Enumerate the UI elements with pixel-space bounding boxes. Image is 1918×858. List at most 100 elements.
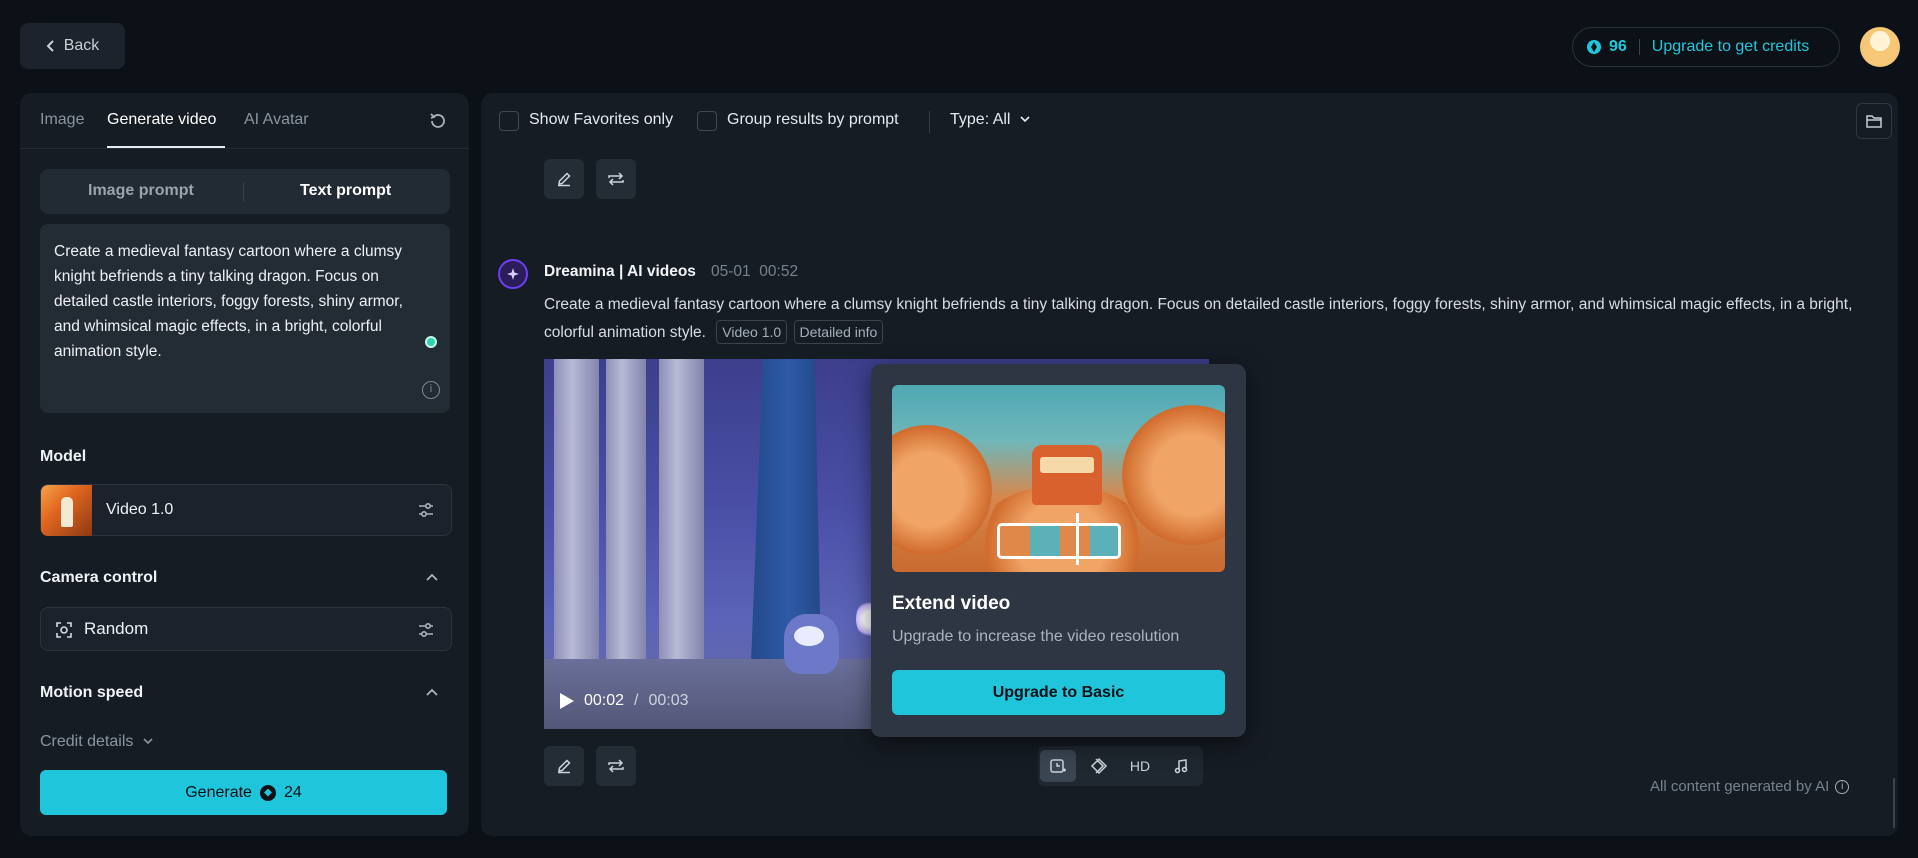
toggle-divider xyxy=(243,183,244,201)
regenerate-button[interactable] xyxy=(596,746,636,786)
credit-coin-icon xyxy=(259,784,276,801)
scrollbar[interactable] xyxy=(1893,778,1895,828)
credit-details-label: Credit details xyxy=(40,733,134,750)
ai-content-note: All content generated by AI i xyxy=(1650,778,1850,795)
tab-generate-video[interactable]: Generate video xyxy=(107,111,216,129)
back-label: Back xyxy=(63,37,100,54)
chevron-up-icon[interactable] xyxy=(425,570,439,584)
ai-content-note-text: All content generated by AI xyxy=(1650,778,1830,795)
preview-train xyxy=(1032,445,1102,505)
popover-subtitle: Upgrade to increase the video resolution xyxy=(892,628,1180,645)
settings-sliders-icon[interactable] xyxy=(417,621,435,639)
repeat-icon xyxy=(608,759,624,773)
model-label: Model xyxy=(40,448,87,465)
camera-focus-icon xyxy=(56,622,72,638)
favorites-label[interactable]: Show Favorites only xyxy=(529,111,673,129)
camera-control-label: Camera control xyxy=(40,569,158,586)
settings-sliders-icon[interactable] xyxy=(417,501,435,519)
folder-icon xyxy=(1866,115,1882,128)
preview-filmstrip xyxy=(997,523,1121,559)
result-time: 00:52 xyxy=(759,263,799,280)
model-tag[interactable]: Video 1.0 xyxy=(716,320,788,344)
chevron-up-icon[interactable] xyxy=(425,685,439,699)
left-panel: Image Generate video AI Avatar Image pro… xyxy=(20,93,469,836)
credit-coin-icon xyxy=(1587,40,1601,54)
tab-bar: Image Generate video AI Avatar xyxy=(20,93,469,149)
chevron-down-icon xyxy=(143,738,153,745)
image-prompt-toggle[interactable]: Image prompt xyxy=(88,182,194,200)
extend-clock-icon xyxy=(1050,759,1066,773)
play-icon[interactable] xyxy=(560,693,574,709)
extend-video-button[interactable] xyxy=(1040,750,1076,782)
generate-label: Generate xyxy=(185,783,252,801)
credits-count: 96 xyxy=(1609,38,1627,55)
music-note-icon xyxy=(1174,759,1188,774)
repeat-icon xyxy=(608,172,624,186)
result-date: 05-01 xyxy=(711,263,751,280)
generate-button[interactable]: Generate 24 xyxy=(40,770,447,815)
prompt-text[interactable]: Create a medieval fantasy cartoon where … xyxy=(54,239,429,364)
detailed-info-tag[interactable]: Detailed info xyxy=(793,320,884,344)
edit-button[interactable] xyxy=(544,746,584,786)
group-label[interactable]: Group results by prompt xyxy=(727,111,899,129)
upgrade-basic-label: Upgrade to Basic xyxy=(992,683,1125,701)
filter-bar: Show Favorites only Group results by pro… xyxy=(481,93,1898,149)
lip-sync-button[interactable] xyxy=(1081,750,1117,782)
prompt-input[interactable]: Create a medieval fantasy cartoon where … xyxy=(40,224,450,413)
result-timestamp: 05-01 00:52 xyxy=(711,263,798,281)
video-total-time: 00:03 xyxy=(648,692,689,709)
extend-video-preview-image xyxy=(892,385,1225,572)
hd-upscale-button[interactable]: HD xyxy=(1122,750,1158,782)
tab-ai-avatar[interactable]: AI Avatar xyxy=(244,111,309,129)
regenerate-button[interactable] xyxy=(596,159,636,199)
model-thumbnail xyxy=(41,485,92,536)
video-controls: 00:02 / 00:03 xyxy=(560,692,689,710)
hd-label: HD xyxy=(1129,758,1151,774)
generate-cost: 24 xyxy=(283,783,302,801)
results-panel: Show Favorites only Group results by pro… xyxy=(481,93,1898,836)
popover-title: Extend video xyxy=(892,593,1011,614)
pencil-icon xyxy=(558,759,571,774)
credit-details-toggle[interactable]: Credit details xyxy=(40,733,154,751)
model-select[interactable]: Video 1.0 xyxy=(40,484,452,536)
upgrade-credits-link[interactable]: Upgrade to get credits xyxy=(1652,38,1809,56)
upgrade-basic-button[interactable]: Upgrade to Basic xyxy=(892,670,1225,715)
result-prompt: Create a medieval fantasy cartoon where … xyxy=(544,291,1874,347)
group-checkbox[interactable] xyxy=(697,111,717,131)
add-music-button[interactable] xyxy=(1163,750,1199,782)
motion-speed-label: Motion speed xyxy=(40,684,144,701)
chevron-left-icon xyxy=(46,40,54,52)
active-tab-indicator xyxy=(107,146,225,148)
avatar[interactable] xyxy=(1860,27,1900,67)
filter-divider xyxy=(929,111,930,133)
camera-control-select[interactable]: Random xyxy=(40,607,452,651)
type-filter-dropdown[interactable]: Type: All xyxy=(950,111,1031,129)
info-icon[interactable]: i xyxy=(422,381,440,399)
video-time-separator: / xyxy=(634,692,639,709)
chevron-down-icon xyxy=(1020,116,1030,123)
credits-divider xyxy=(1638,39,1640,55)
video-frame-dragon xyxy=(784,614,839,674)
camera-control-value: Random xyxy=(84,619,149,638)
video-toolbar: HD xyxy=(1038,746,1203,786)
typing-indicator-icon xyxy=(425,336,437,348)
top-bar: Back 96 Upgrade to get credits xyxy=(0,0,1918,92)
preview-playhead xyxy=(1076,513,1079,565)
refresh-icon[interactable] xyxy=(428,111,448,131)
video-current-time: 00:02 xyxy=(584,692,625,709)
favorites-checkbox[interactable] xyxy=(499,111,519,131)
result-author: Dreamina | AI videos xyxy=(544,263,696,280)
back-button[interactable]: Back xyxy=(20,23,125,69)
text-prompt-toggle[interactable]: Text prompt xyxy=(300,182,391,200)
model-value: Video 1.0 xyxy=(106,501,174,518)
info-icon[interactable]: i xyxy=(1835,779,1850,794)
pencil-icon xyxy=(558,172,571,187)
extend-video-popover: Extend video Upgrade to increase the vid… xyxy=(871,364,1246,737)
type-filter-label: Type: All xyxy=(950,111,1011,128)
folder-button[interactable] xyxy=(1856,103,1892,139)
diamond-icon xyxy=(1090,757,1108,775)
credits-pill[interactable]: 96 Upgrade to get credits xyxy=(1572,27,1840,67)
dreamina-logo-icon xyxy=(498,259,528,289)
edit-button[interactable] xyxy=(544,159,584,199)
tab-image[interactable]: Image xyxy=(40,111,84,129)
